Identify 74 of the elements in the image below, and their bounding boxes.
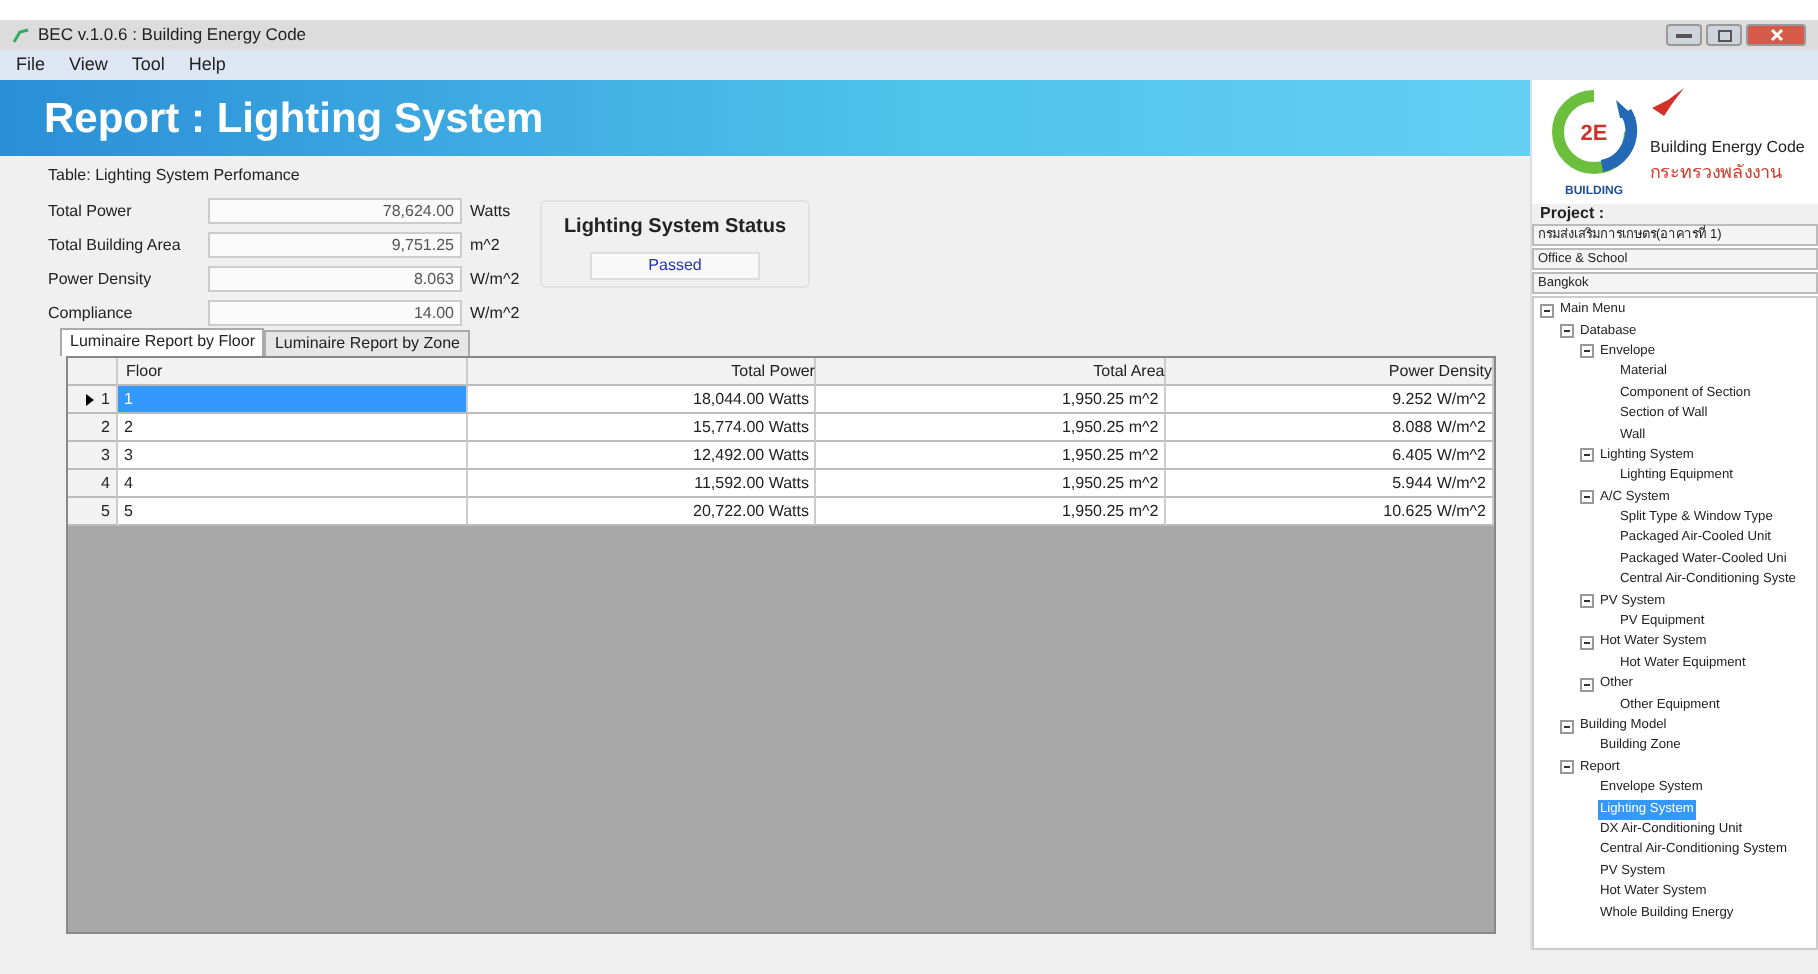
row-header[interactable]: 1 — [68, 386, 118, 414]
collapse-icon[interactable] — [1560, 719, 1574, 733]
collapse-icon[interactable] — [1580, 594, 1594, 609]
table-cell: 6.405 W/m^2 — [1166, 442, 1494, 470]
collapse-icon[interactable] — [1580, 677, 1594, 692]
field-label: Compliance — [48, 301, 135, 325]
collapse-icon[interactable] — [1560, 324, 1574, 339]
table-cell: 1,950.25 m^2 — [816, 498, 1167, 526]
row-header[interactable]: 4 — [68, 470, 118, 498]
row-header[interactable]: 2 — [68, 414, 118, 442]
field-label: Total Power — [48, 199, 134, 223]
collapse-icon[interactable] — [1560, 760, 1574, 775]
table-cell: 5 — [117, 498, 468, 526]
status-field: Passed — [590, 252, 760, 280]
unit-label: W/m^2 — [470, 301, 520, 325]
current-row-icon — [85, 393, 94, 405]
maximize-icon — [1717, 29, 1731, 41]
value-field: 14.00 — [208, 300, 462, 326]
collapse-icon[interactable] — [1580, 344, 1594, 359]
table-cell: 3 — [117, 442, 468, 470]
minimize-button[interactable] — [1666, 24, 1702, 46]
column-header: Total Area — [816, 358, 1167, 386]
table-cell: 10.625 W/m^2 — [1166, 498, 1494, 526]
table-cell: 1,950.25 m^2 — [816, 470, 1167, 498]
column-header: Power Density — [1166, 358, 1494, 386]
table-cell: 15,774.00 Watts — [467, 414, 817, 442]
table-cell: 9.252 W/m^2 — [1166, 386, 1494, 414]
field-label: Power Density — [48, 267, 154, 291]
collapse-icon[interactable] — [1580, 448, 1594, 463]
table-caption: Table: Lighting System Perfomance — [48, 164, 302, 188]
report-banner: Report : Lighting System — [0, 80, 1530, 156]
collapse-icon[interactable] — [1580, 635, 1594, 650]
status-title: Lighting System Status — [563, 214, 787, 242]
collapse-icon[interactable] — [1540, 303, 1554, 318]
table-cell: 20,722.00 Watts — [467, 498, 817, 526]
value-field: 78,624.00 — [208, 198, 462, 224]
header-corner — [68, 358, 118, 386]
ministry-name: กระทรวงพลังงาน — [1650, 160, 1784, 186]
tab[interactable]: Luminaire Report by Floor — [60, 328, 265, 356]
unit-label: W/m^2 — [470, 267, 520, 291]
unit-label: m^2 — [470, 233, 500, 257]
table-cell: 5.944 W/m^2 — [1166, 470, 1494, 498]
column-header: Total Power — [467, 358, 817, 386]
table-cell: 1 — [117, 386, 468, 414]
table-cell: 1,950.25 m^2 — [816, 414, 1167, 442]
field-label: Total Building Area — [48, 233, 183, 257]
menu-item[interactable]: File — [16, 51, 46, 79]
value-field: 9,751.25 — [208, 232, 462, 258]
table-cell: 1,950.25 m^2 — [816, 386, 1167, 414]
table-cell: 18,044.00 Watts — [467, 386, 817, 414]
menu-item[interactable]: Tool — [131, 51, 165, 79]
close-button[interactable] — [1746, 24, 1806, 46]
table-cell: 12,492.00 Watts — [467, 442, 817, 470]
table-cell: 2 — [117, 414, 468, 442]
menu-item[interactable]: Help — [188, 51, 226, 79]
table-cell: 8.088 W/m^2 — [1166, 414, 1494, 442]
table-cell: 1,950.25 m^2 — [816, 442, 1167, 470]
logo-title: Building Energy Code — [1650, 136, 1805, 160]
value-field: 8.063 — [208, 266, 462, 292]
app-icon — [12, 27, 30, 43]
tab[interactable]: Luminaire Report by Zone — [264, 330, 470, 356]
column-header: Floor — [117, 358, 468, 386]
maximize-button[interactable] — [1706, 24, 1742, 46]
row-header[interactable]: 3 — [68, 442, 118, 470]
minimize-icon — [1676, 32, 1692, 38]
table-cell: 11,592.00 Watts — [467, 470, 817, 498]
window-title: BEC v.1.0.6 : Building Energy Code — [38, 22, 307, 48]
collapse-icon[interactable] — [1580, 490, 1594, 505]
project-label: Project : — [1532, 204, 1818, 224]
unit-label: Watts — [470, 199, 511, 223]
row-header[interactable]: 5 — [68, 498, 118, 526]
close-icon — [1769, 28, 1783, 42]
menu-item[interactable]: View — [69, 51, 108, 79]
table-cell: 4 — [117, 470, 468, 498]
